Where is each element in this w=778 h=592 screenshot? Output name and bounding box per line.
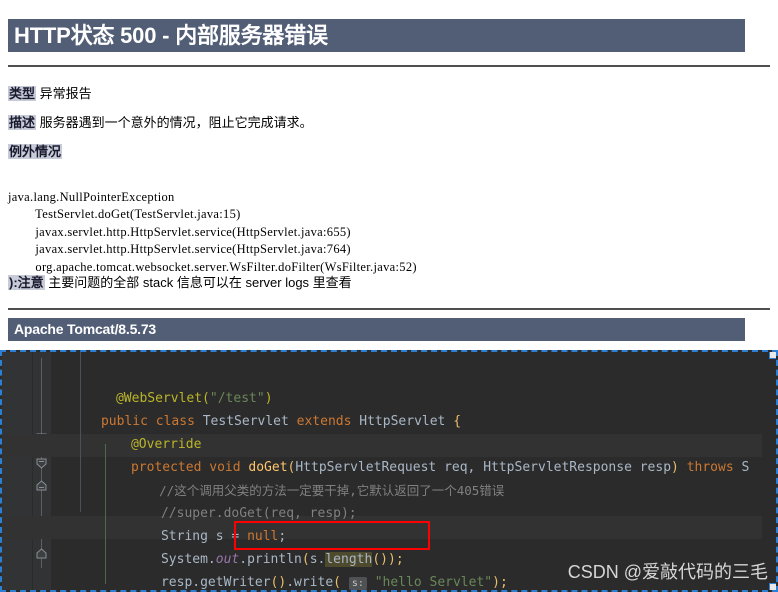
throws-type-token: S: [741, 460, 750, 475]
server-version-footer: Apache Tomcat/8.5.73: [8, 318, 745, 341]
code-line-7: String s = null;: [114, 502, 286, 544]
selection-handle[interactable]: [769, 583, 776, 590]
keyword-token: extends: [296, 414, 352, 429]
code-line-5: //这个调用父类的方法一定要干掉,它默认返回了一个405错误: [114, 456, 504, 498]
superclass-token: HttpServlet: [351, 414, 454, 429]
class-name-token: TestServlet: [194, 414, 297, 429]
type-row: 类型 异常报告: [8, 83, 92, 102]
code-text-area[interactable]: @WebServlet("/test") public class TestSe…: [51, 352, 776, 590]
exception-row: 例外情况: [8, 141, 63, 160]
note-label: ):注意: [8, 275, 45, 290]
page-title: HTTP状态 500 - 内部服务器错误: [8, 19, 745, 52]
code-line-10: }: [84, 571, 139, 590]
paren-token: ): [671, 460, 679, 475]
code-line-8: System.out.println(s.length());: [114, 525, 404, 567]
divider-bottom: [8, 308, 770, 310]
editor-gutter: [2, 352, 32, 590]
semicolon-token: ;: [499, 575, 508, 590]
tomcat-error-page: HTTP状态 500 - 内部服务器错误 类型 异常报告 描述 服务器遇到一个意…: [0, 0, 778, 350]
fold-expand-icon[interactable]: [35, 480, 48, 493]
selection-handle[interactable]: [769, 352, 776, 359]
divider-top: [8, 65, 770, 67]
method-token: resp.getWriter: [160, 575, 271, 590]
note-row: ):注意 主要问题的全部 stack 信息可以在 server logs 里查看: [8, 272, 352, 291]
code-line-3: @Override: [84, 410, 201, 452]
stack-trace: java.lang.NullPointerException TestServl…: [8, 189, 417, 274]
note-value: 主要问题的全部 stack 信息可以在 server logs 里查看: [48, 275, 352, 290]
description-row: 描述 服务器遇到一个意外的情况，阻止它完成请求。: [8, 112, 313, 131]
exception-label: 例外情况: [8, 144, 63, 159]
paren-token: (: [333, 575, 349, 590]
fold-collapse-icon[interactable]: [35, 457, 48, 470]
method-token: .write: [286, 575, 334, 590]
paren-token: (): [270, 575, 287, 590]
description-label: 描述: [8, 115, 37, 130]
string-token: "hello Servlet": [374, 575, 493, 590]
code-line-6: //super.doGet(req, resp);: [114, 479, 357, 521]
code-line-1: @WebServlet("/test"): [69, 364, 273, 406]
description-value: 服务器遇到一个意外的情况，阻止它完成请求。: [39, 115, 313, 130]
type-value: 异常报告: [39, 86, 92, 101]
paren-token: ): [492, 575, 500, 590]
fold-expand-icon[interactable]: [35, 548, 48, 561]
code-line-4: protected void doGet(HttpServletRequest …: [84, 433, 749, 475]
type-label: 类型: [8, 86, 37, 101]
code-line-2: public class TestServlet extends HttpSer…: [54, 387, 461, 429]
watermark: CSDN @爱敲代码的三毛: [567, 562, 768, 582]
code-editor-screenshot: @ @WebServlet("/test") public class Test…: [0, 350, 778, 592]
code-line-9: resp.getWriter().write( s: "hello Servle…: [114, 548, 508, 590]
parameter-hint-badge: s:: [348, 577, 367, 590]
brace-token: {: [453, 414, 462, 429]
keyword-token: throws: [678, 460, 742, 475]
